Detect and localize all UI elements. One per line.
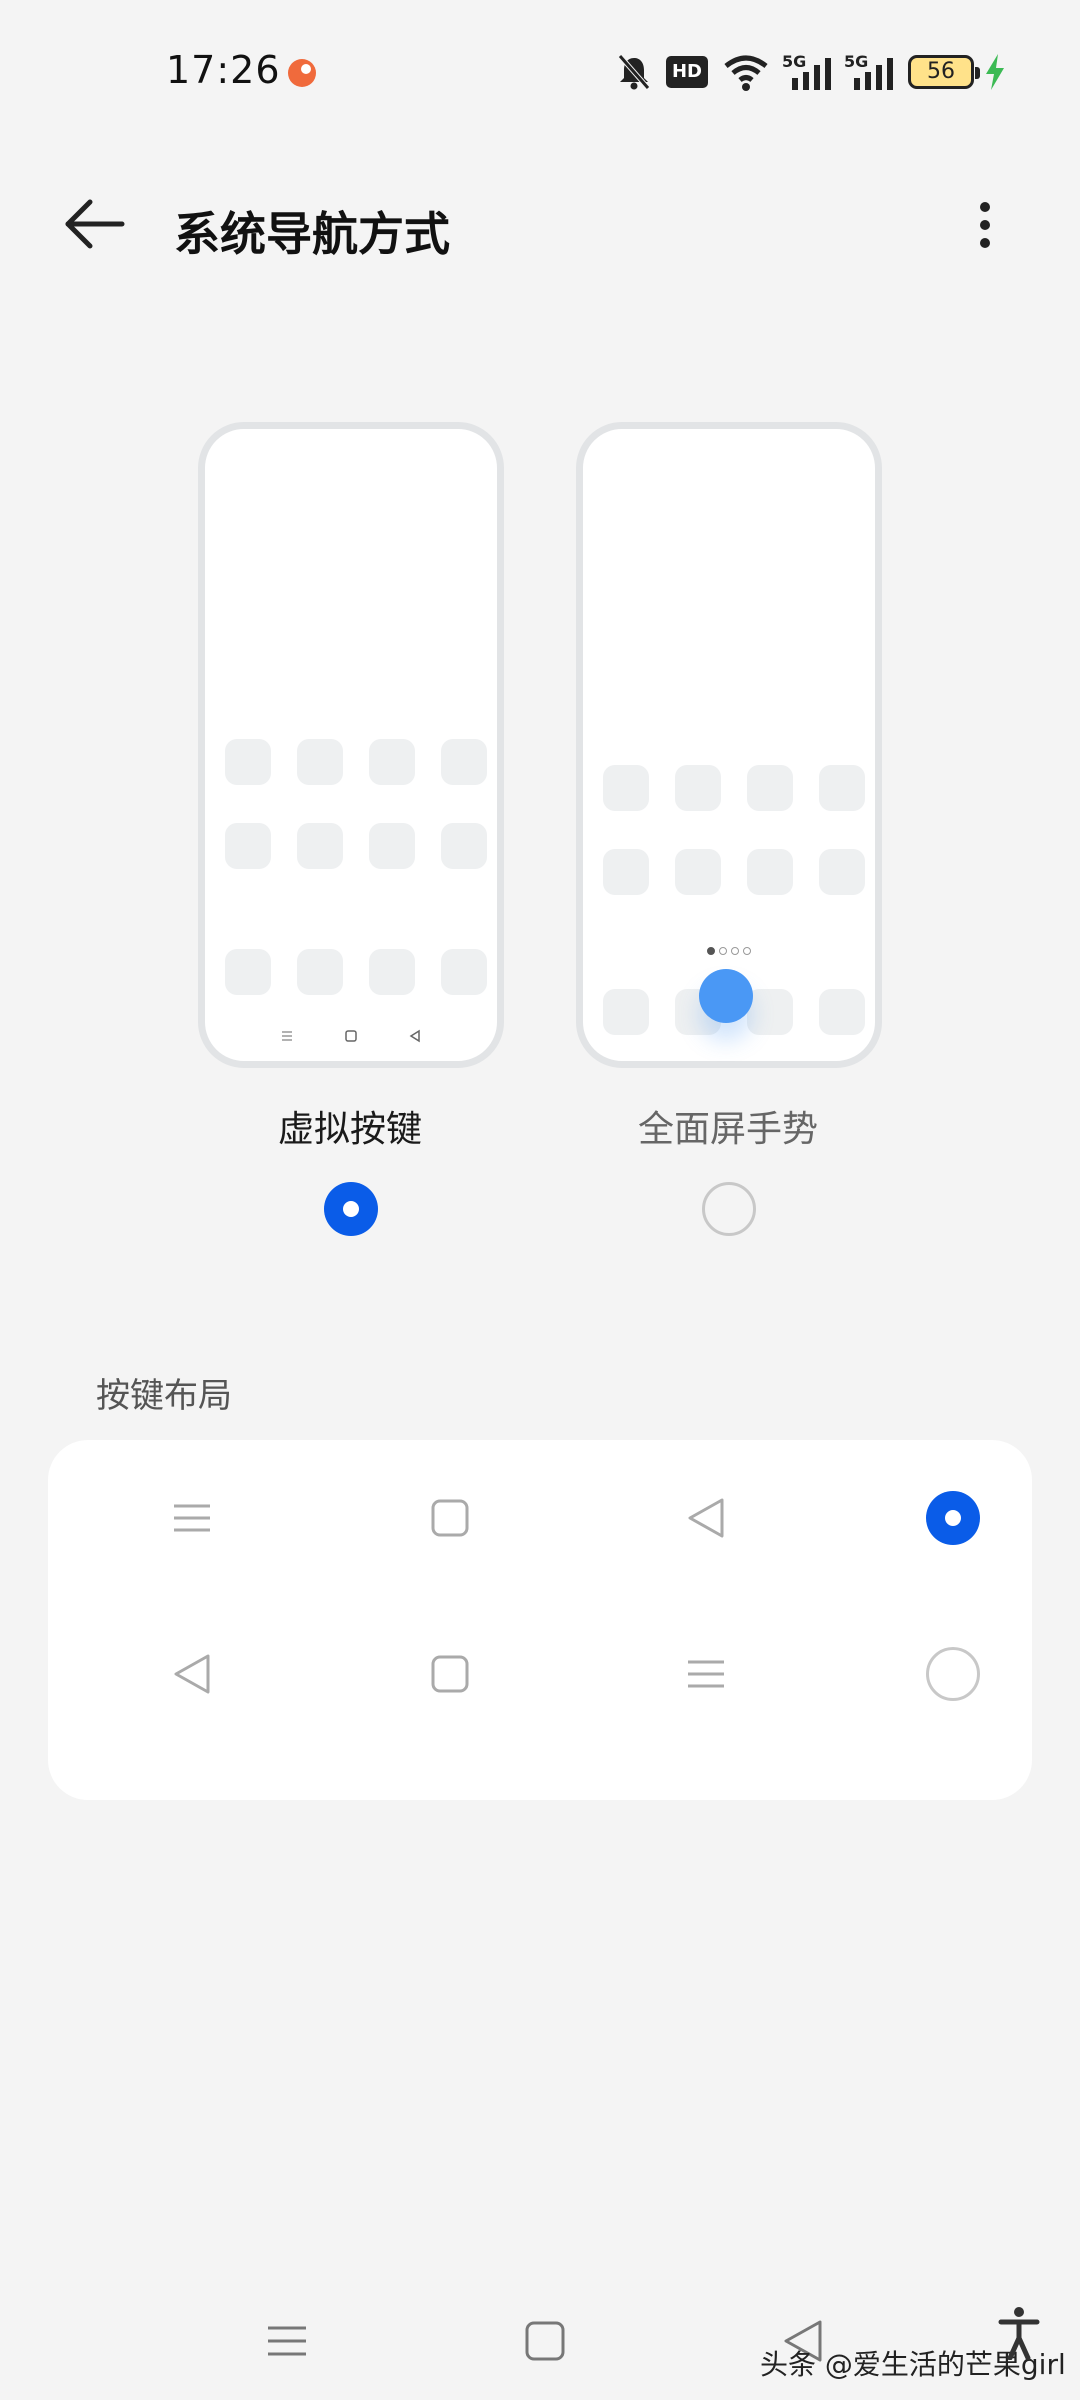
gesture-touch-indicator: [699, 969, 753, 1023]
gesture-preview[interactable]: [576, 422, 882, 1068]
nav-mode-label-gestures: 全面屏手势: [637, 1109, 818, 1150]
home-square-icon: [345, 1030, 357, 1042]
dock-icons: [225, 949, 487, 995]
app-icon-grid: [225, 739, 487, 869]
back-triangle-icon: [174, 1654, 210, 1694]
menu-icon: [688, 1660, 724, 1688]
hd-icon: HD: [666, 56, 708, 88]
home-square-icon: [431, 1655, 469, 1693]
virtual-keys-preview[interactable]: [198, 422, 504, 1068]
more-options-icon[interactable]: [960, 194, 1010, 258]
radio-gestures[interactable]: [702, 1182, 756, 1236]
nav-mode-label-virtual-keys: 虚拟按键: [277, 1109, 422, 1150]
menu-icon[interactable]: [264, 2318, 310, 2364]
layout-option-menu-home-back[interactable]: [48, 1440, 1032, 1596]
accessibility-icon[interactable]: [998, 2306, 1040, 2360]
page-indicator: [583, 947, 875, 955]
app-icon-grid: [603, 765, 865, 895]
back-triangle-icon: [688, 1498, 724, 1538]
radio-layout-2[interactable]: [926, 1647, 980, 1701]
app-bar: 系统导航方式: [0, 180, 1080, 270]
page-title: 系统导航方式: [174, 207, 450, 261]
battery-icon: 56: [908, 55, 980, 89]
signal-5g-icon: 5G: [844, 52, 896, 92]
section-title-button-layout: 按键布局: [96, 1376, 232, 1416]
radio-virtual-keys[interactable]: [324, 1182, 378, 1236]
charging-icon: [986, 54, 1004, 90]
radio-layout-1[interactable]: [926, 1491, 980, 1545]
screen: 17:26 HD 5G 5G 56 系统导航方式 虚拟按键 全面屏手势 按键布局…: [0, 0, 1080, 2400]
layout-option-back-home-menu[interactable]: [48, 1596, 1032, 1752]
mute-icon: [618, 54, 650, 90]
status-bar: 17:26 HD 5G 5G 56: [0, 0, 1080, 140]
back-arrow-icon[interactable]: [60, 194, 130, 254]
home-square-icon: [431, 1499, 469, 1537]
app-notification-icon: [288, 59, 316, 87]
menu-icon: [282, 1031, 292, 1041]
menu-icon: [174, 1504, 210, 1532]
wifi-icon: [724, 55, 768, 91]
home-square-icon[interactable]: [522, 2318, 568, 2364]
signal-5g-icon: 5G: [782, 52, 834, 92]
back-triangle-icon: [409, 1029, 420, 1043]
mini-nav-bar: [205, 1029, 497, 1043]
status-time: 17:26: [166, 48, 281, 92]
button-layout-card: [48, 1440, 1032, 1800]
